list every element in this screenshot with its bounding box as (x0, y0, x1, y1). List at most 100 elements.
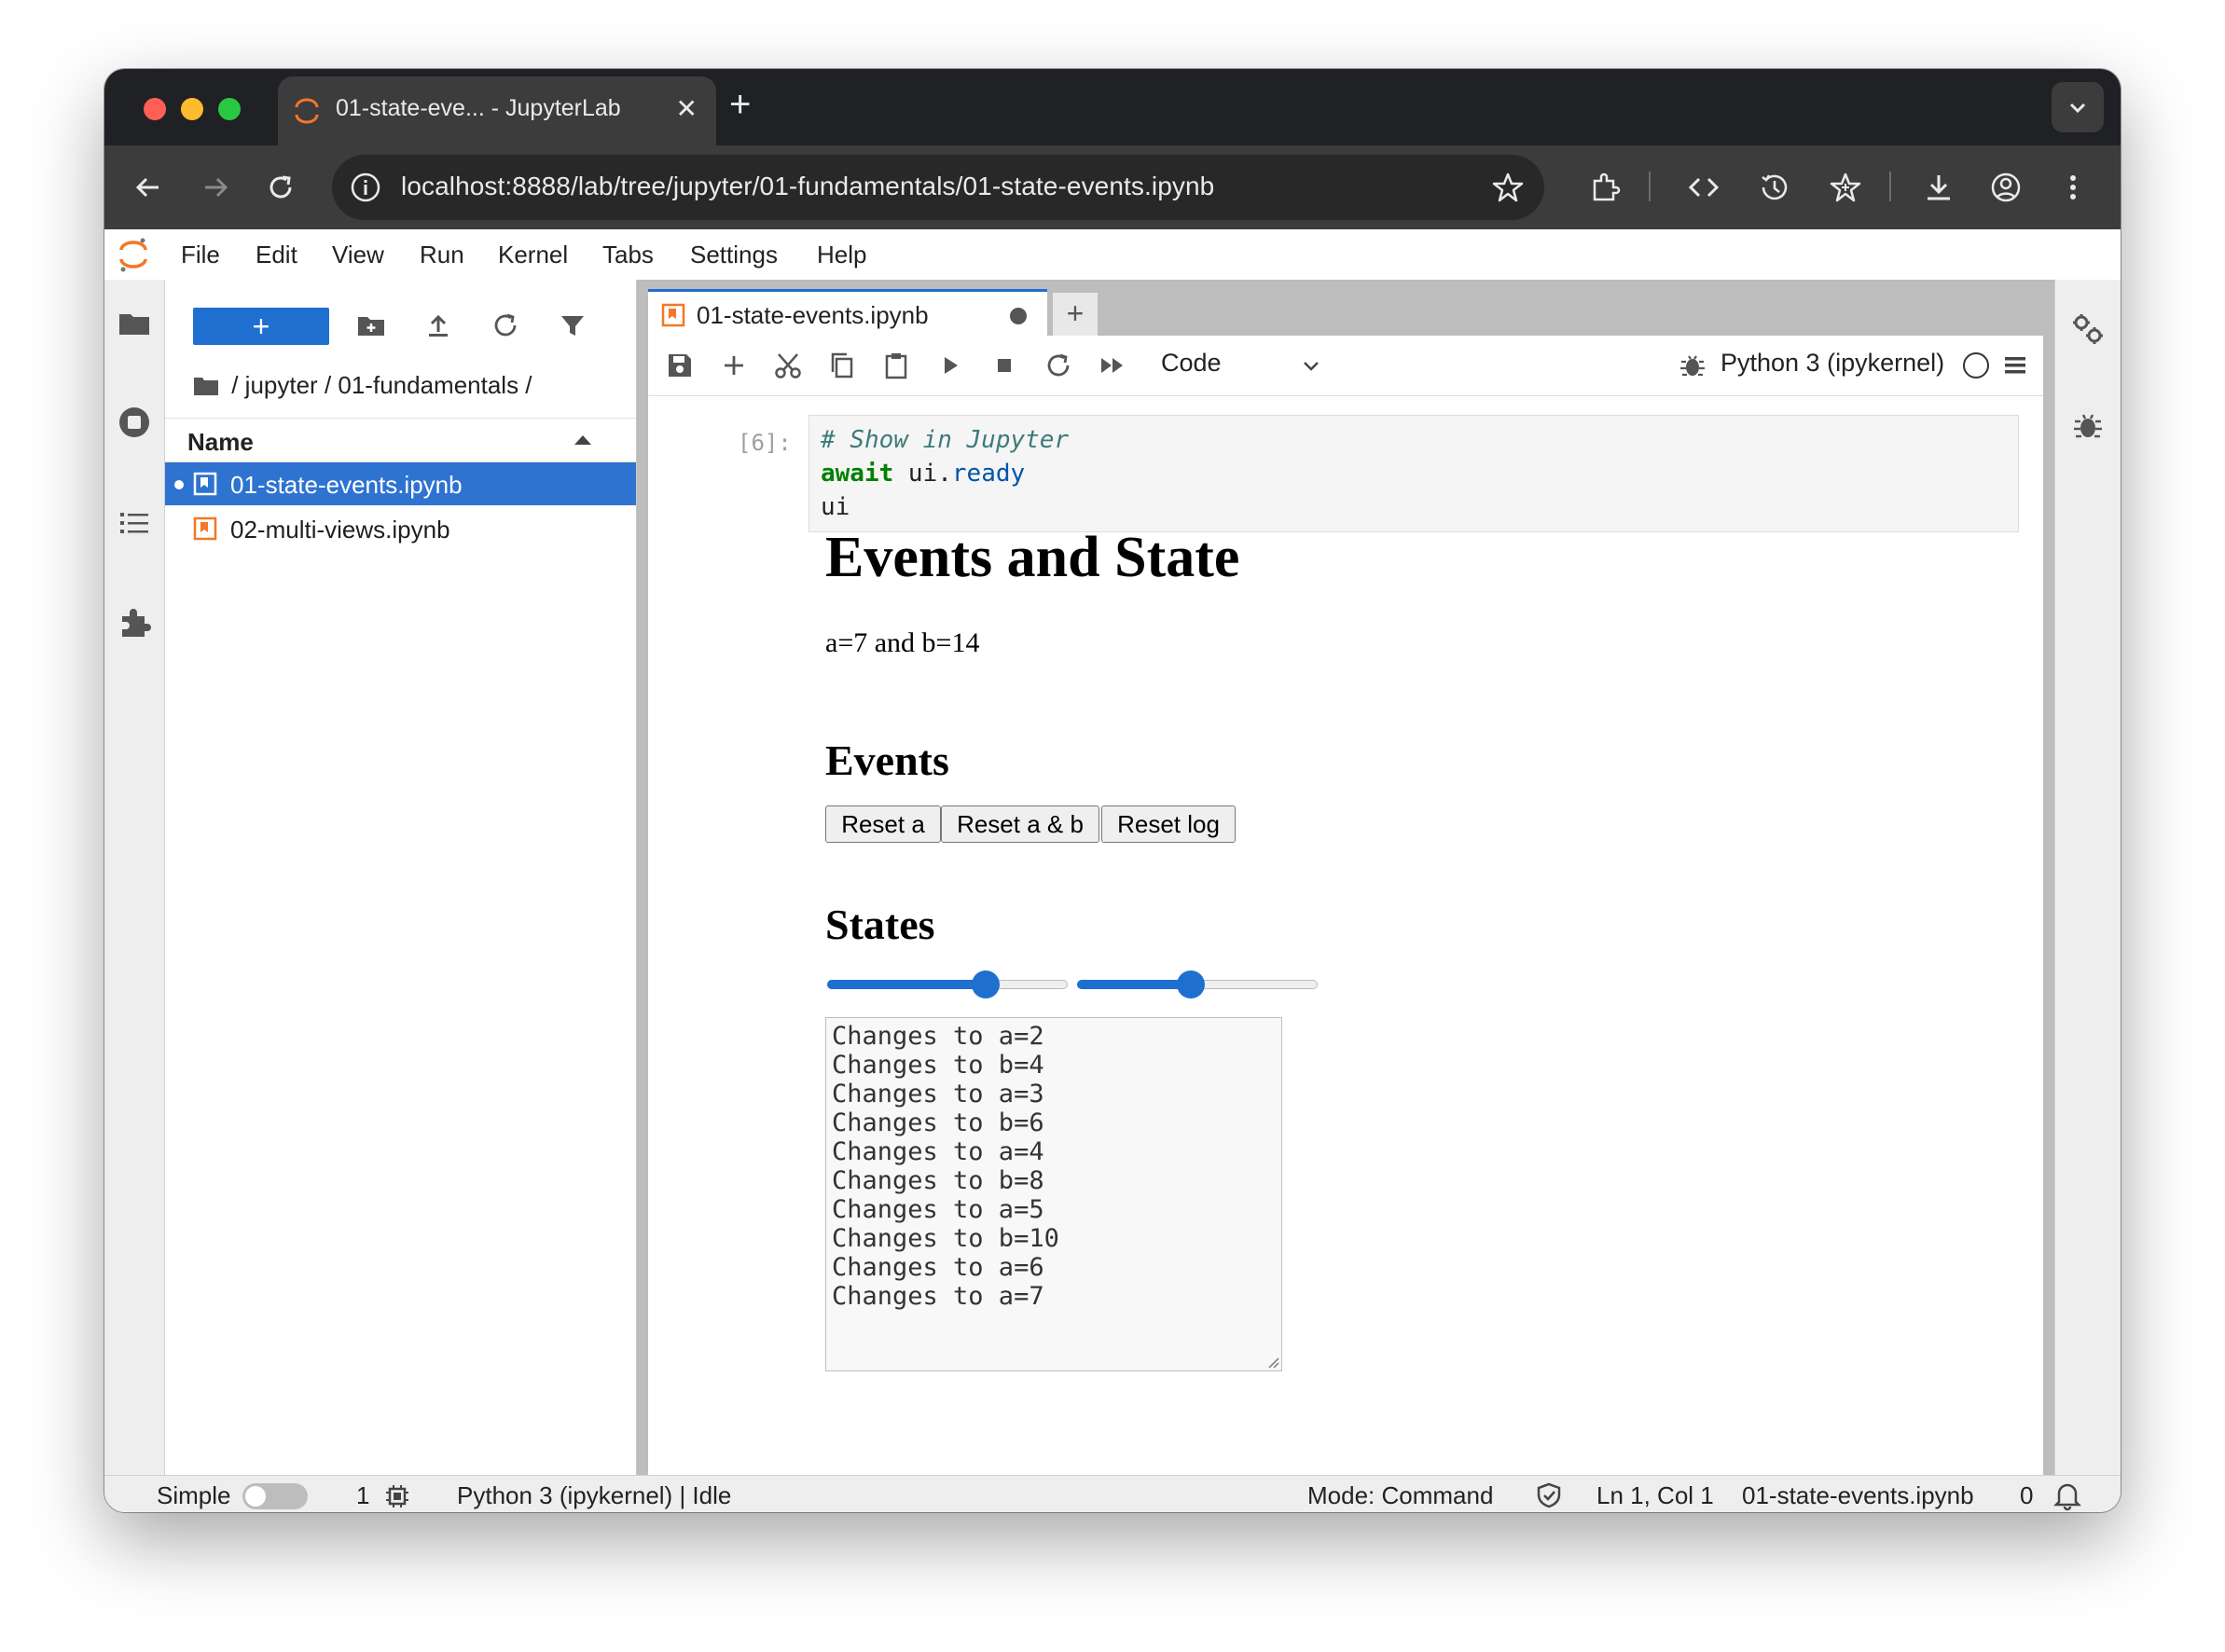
slider-thumb[interactable] (972, 971, 1001, 998)
minimize-window-button[interactable] (181, 98, 203, 120)
run-play-icon[interactable] (935, 351, 965, 380)
notebook-file-icon (661, 303, 685, 327)
log-line: Changes to a=6 (832, 1253, 1044, 1282)
jupyterlab-menubar: File Edit View Run Kernel Tabs Settings … (104, 229, 2121, 281)
simple-mode-label: Simple (157, 1481, 231, 1509)
menu-help[interactable]: Help (817, 241, 866, 269)
fast-forward-icon[interactable] (1098, 351, 1127, 380)
chevron-down-icon (2069, 103, 2086, 113)
menu-view[interactable]: View (332, 241, 384, 269)
paste-clipboard-icon[interactable] (881, 351, 911, 380)
file-list-header[interactable]: Name (165, 418, 636, 462)
cursor-position[interactable]: Ln 1, Col 1 (1596, 1481, 1714, 1510)
shield-check-icon[interactable] (1535, 1481, 1563, 1509)
bookmarks-star-icon[interactable] (1828, 170, 1863, 205)
sort-ascending-icon[interactable] (574, 435, 591, 445)
simple-mode-toggle[interactable] (242, 1483, 308, 1509)
menu-file[interactable]: File (181, 241, 220, 269)
folder-icon[interactable] (193, 375, 219, 397)
change-log-textarea[interactable]: Changes to a=2 Changes to b=4 Changes to… (825, 1017, 1282, 1371)
code-expression: ui (821, 493, 850, 521)
stop-icon[interactable] (989, 351, 1019, 380)
upload-icon[interactable] (422, 310, 454, 341)
slider-a[interactable] (827, 971, 1068, 998)
refresh-icon[interactable] (490, 310, 521, 341)
notification-bell-icon[interactable] (2052, 1480, 2083, 1511)
file-row-01-state-events[interactable]: 01-state-events.ipynb (165, 462, 636, 505)
browser-tab[interactable]: 01-state-eve... - JupyterLab ✕ (278, 76, 716, 145)
cut-scissors-icon[interactable] (773, 351, 803, 380)
file-name: 02-multi-views.ipynb (230, 516, 450, 544)
history-icon[interactable] (1757, 170, 1792, 205)
restart-kernel-icon[interactable] (1043, 351, 1073, 380)
tab-search-button[interactable] (2052, 82, 2104, 132)
menu-run[interactable]: Run (420, 241, 464, 269)
add-tab-button[interactable]: + (1053, 293, 1098, 336)
file-name: 01-state-events.ipynb (230, 471, 463, 499)
breadcrumb-path[interactable]: / jupyter / 01-fundamentals / (231, 371, 532, 399)
new-launcher-button[interactable]: + (193, 308, 329, 345)
log-line: Changes to b=10 (832, 1224, 1059, 1253)
site-info-icon[interactable] (349, 171, 382, 204)
address-bar[interactable]: localhost:8888/lab/tree/jupyter/01-funda… (332, 155, 1544, 220)
copy-icon[interactable] (827, 351, 857, 380)
debugger-bug-icon[interactable] (2070, 408, 2106, 444)
file-row-02-multi-views[interactable]: 02-multi-views.ipynb (165, 507, 636, 550)
new-tab-button[interactable]: + (729, 84, 751, 126)
code-cell-editor[interactable]: # Show in Jupyter await ui.ready ui (808, 415, 2019, 532)
kebab-menu-icon[interactable] (2055, 170, 2091, 205)
table-of-contents-icon[interactable] (117, 505, 152, 541)
property-inspector-gears-icon[interactable] (2070, 311, 2106, 347)
running-sessions-icon[interactable] (117, 405, 152, 440)
events-heading: Events (825, 737, 949, 784)
left-activity-bar (104, 280, 165, 1475)
resize-grip-icon[interactable] (1265, 1354, 1279, 1369)
column-name-header[interactable]: Name (187, 428, 254, 457)
terminal-count[interactable]: 1 (356, 1481, 369, 1510)
debugger-bug-icon[interactable] (1678, 351, 1707, 380)
chevron-down-icon[interactable] (1301, 356, 1321, 377)
reload-icon[interactable] (263, 170, 298, 205)
forward-arrow-icon[interactable] (198, 170, 233, 205)
kernel-name-button[interactable]: Python 3 (ipykernel) (1721, 349, 1944, 378)
jupyter-favicon-icon (295, 98, 319, 124)
extension-manager-puzzle-icon[interactable] (117, 604, 152, 640)
log-line: Changes to a=2 (832, 1022, 1044, 1051)
close-tab-icon[interactable]: ✕ (676, 93, 698, 124)
kernel-status[interactable]: Python 3 (ipykernel) | Idle (457, 1481, 731, 1510)
property-inspector-menu-icon[interactable] (2000, 351, 2030, 380)
save-icon[interactable] (665, 351, 695, 380)
toolbar-separator (1889, 172, 1891, 201)
devtools-code-icon[interactable] (1686, 170, 1721, 205)
bookmark-star-icon[interactable] (1490, 170, 1526, 205)
folder-icon[interactable] (117, 306, 152, 341)
unsaved-dot-icon[interactable] (1010, 308, 1027, 324)
menu-tabs[interactable]: Tabs (602, 241, 654, 269)
filter-icon[interactable] (557, 310, 588, 341)
download-icon[interactable] (1921, 170, 1956, 205)
close-window-button[interactable] (144, 98, 166, 120)
maximize-window-button[interactable] (218, 98, 241, 120)
url-text[interactable]: localhost:8888/lab/tree/jupyter/01-funda… (401, 172, 1214, 201)
menu-settings[interactable]: Settings (690, 241, 778, 269)
reset-a-button[interactable]: Reset a (825, 805, 941, 843)
back-arrow-icon[interactable] (131, 170, 166, 205)
slider-b[interactable] (1077, 971, 1318, 998)
reset-log-button[interactable]: Reset log (1101, 805, 1236, 843)
new-folder-icon[interactable] (355, 310, 387, 341)
kernel-chip-icon[interactable] (384, 1483, 410, 1509)
profile-avatar-icon[interactable] (1988, 170, 2024, 205)
output-title: Events and State (825, 526, 1240, 589)
code-text[interactable]: # Show in Jupyter await ui.ready ui (809, 416, 2018, 531)
menu-kernel[interactable]: Kernel (498, 241, 568, 269)
notebook-scrollbar[interactable] (2043, 336, 2054, 1475)
log-line: Changes to a=5 (832, 1195, 1044, 1224)
slider-thumb[interactable] (1177, 971, 1206, 998)
add-cell-icon[interactable] (719, 351, 749, 380)
reset-a-and-b-button[interactable]: Reset a & b (941, 805, 1099, 843)
notebook-content: [6]: # Show in Jupyter await ui.ready ui… (648, 396, 2043, 1475)
menu-edit[interactable]: Edit (256, 241, 297, 269)
notebook-tab[interactable]: 01-state-events.ipynb (648, 289, 1047, 338)
extensions-puzzle-icon[interactable] (1587, 170, 1623, 205)
cell-type-select[interactable]: Code (1161, 349, 1222, 378)
